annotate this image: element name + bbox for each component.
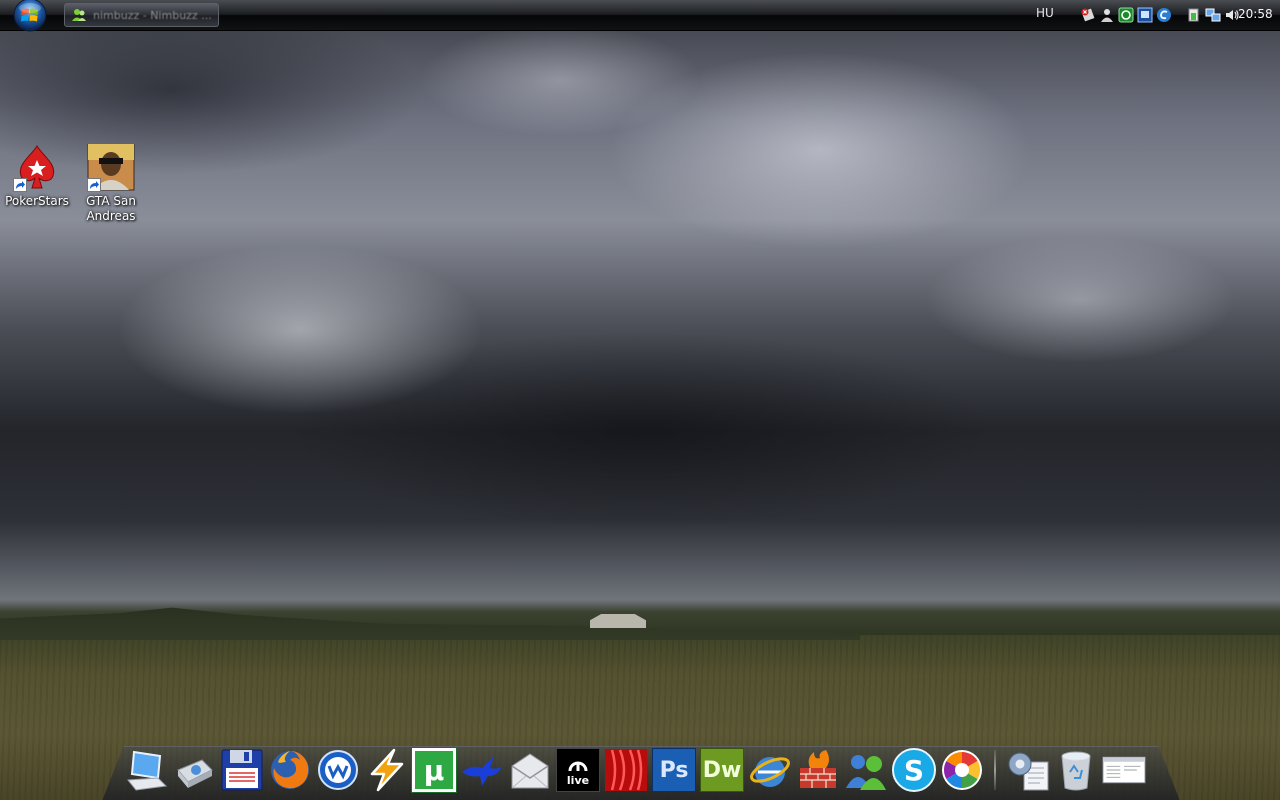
dock-item-network[interactable] xyxy=(172,748,216,792)
envelope-icon xyxy=(511,753,549,789)
dock-item-mail[interactable] xyxy=(508,748,552,792)
swirl-app-icon[interactable] xyxy=(1156,7,1172,23)
photoshop-icon: Ps xyxy=(652,748,696,792)
battery-icon[interactable] xyxy=(1186,7,1202,23)
desktop-wallpaper[interactable]: nimbuzz - Nimbuzz ... HU 20:58 PokerStar… xyxy=(0,0,1280,800)
recycle-bin-icon xyxy=(1061,751,1091,791)
laptop-icon xyxy=(127,750,168,791)
dock-item-dreamweaver[interactable]: Dw xyxy=(700,748,744,792)
flash-icon xyxy=(605,749,647,791)
dock-item-messenger[interactable] xyxy=(460,748,504,792)
live-logo-icon xyxy=(568,761,588,771)
desktop-icon-label: GTA San Andreas xyxy=(86,194,136,223)
network-error-icon[interactable] xyxy=(1080,7,1096,23)
dock-item-flash[interactable] xyxy=(604,748,648,792)
dock-item-firewall[interactable] xyxy=(796,748,840,792)
winamp-icon xyxy=(318,750,358,790)
dock-item-lightning[interactable] xyxy=(364,748,408,792)
dock-item-winamp[interactable] xyxy=(316,748,360,792)
desktop-icon-gta-san-andreas[interactable]: GTA San Andreas xyxy=(75,143,147,224)
shortcut-arrow-icon xyxy=(13,178,27,192)
dock-item-firefox[interactable] xyxy=(268,748,312,792)
desktop-icon-label: PokerStars xyxy=(5,194,69,208)
shortcut-arrow-icon xyxy=(87,178,101,192)
buddy-icon xyxy=(72,9,86,21)
dock-item-control-panel[interactable] xyxy=(1006,748,1050,792)
dock-item-live[interactable]: live xyxy=(556,748,600,792)
wallpaper-farmhouse xyxy=(590,614,646,628)
dock-item-internet-explorer[interactable] xyxy=(748,748,792,792)
picasa-icon xyxy=(942,750,982,790)
ie-icon xyxy=(750,757,790,787)
language-indicator[interactable]: HU xyxy=(1036,6,1054,20)
dock-item-picasa[interactable] xyxy=(940,748,984,792)
dock-item-computer[interactable] xyxy=(124,748,168,792)
dock-item-window[interactable] xyxy=(1102,748,1146,792)
bird-icon xyxy=(462,756,502,786)
dock-item-skype[interactable]: S xyxy=(892,748,936,792)
utorrent-icon: µ xyxy=(411,747,457,793)
green-app-icon[interactable] xyxy=(1118,7,1134,23)
windows-logo-icon xyxy=(13,0,47,32)
start-button[interactable] xyxy=(9,0,51,32)
clock[interactable]: 20:58 xyxy=(1238,7,1273,21)
network-drive-icon xyxy=(177,759,213,788)
taskbar-task-nimbuzz[interactable]: nimbuzz - Nimbuzz ... xyxy=(64,3,219,27)
live-icon: live xyxy=(556,748,600,792)
firewall-icon xyxy=(800,750,836,788)
live-label: live xyxy=(566,773,590,787)
dock-item-utorrent[interactable]: µ xyxy=(411,747,457,793)
desktop-icon-pokerstars[interactable]: PokerStars xyxy=(1,144,73,209)
dock: µ live Ps Dw S xyxy=(124,746,1146,794)
lightning-icon xyxy=(370,748,404,792)
task-label: nimbuzz - Nimbuzz ... xyxy=(93,8,212,22)
firefox-icon xyxy=(271,751,309,789)
user-icon[interactable] xyxy=(1099,7,1115,23)
dock-item-recycle-bin[interactable] xyxy=(1054,748,1098,792)
dock-separator xyxy=(994,750,996,790)
system-tray xyxy=(1080,5,1240,25)
window-icon xyxy=(1102,756,1146,784)
dock-item-save[interactable] xyxy=(220,748,264,792)
dreamweaver-icon: Dw xyxy=(700,748,744,792)
network-icon[interactable] xyxy=(1205,7,1221,23)
skype-icon: S xyxy=(892,748,936,792)
monitor-app-icon[interactable] xyxy=(1137,7,1153,23)
floppy-disk-icon xyxy=(221,749,263,791)
dock-item-photoshop[interactable]: Ps xyxy=(652,748,696,792)
contacts-icon xyxy=(846,755,886,790)
dock-item-contacts[interactable] xyxy=(844,748,888,792)
settings-icon xyxy=(1008,752,1049,791)
taskbar: nimbuzz - Nimbuzz ... HU 20:58 xyxy=(0,0,1280,32)
wallpaper-treeline xyxy=(0,607,860,640)
